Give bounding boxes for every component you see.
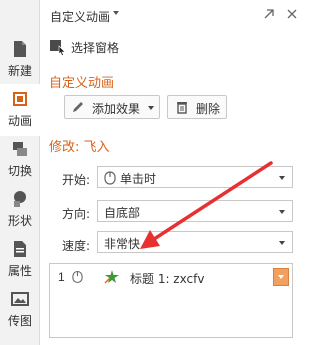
direction-select[interactable]: 自底部 <box>97 200 293 222</box>
mouse-icon <box>72 270 83 284</box>
shape-icon <box>14 191 26 207</box>
sidebar-item-label: 新建 <box>7 64 32 78</box>
start-value: 单击时 <box>120 172 157 186</box>
sidebar-item-property[interactable]: 属性 <box>0 234 40 286</box>
section-title: 自定义动画 <box>49 76 115 91</box>
dock-icon[interactable] <box>261 6 277 22</box>
sidebar-item-label: 动画 <box>7 114 32 128</box>
delete-button[interactable]: 删除 <box>167 95 227 119</box>
selection-pane-icon <box>50 40 66 56</box>
sidebar-item-label: 形状 <box>7 214 32 228</box>
sidebar-item-label: 传图 <box>7 314 32 328</box>
speed-value: 非常快 <box>104 237 141 251</box>
sidebar-item-animation[interactable]: 动画 <box>0 84 40 136</box>
sidebar-item-transition[interactable]: 切换 <box>0 134 40 186</box>
new-doc-icon <box>14 41 26 57</box>
fly-in-effect-icon <box>104 270 119 284</box>
sidebar-item-new[interactable]: 新建 <box>0 34 40 86</box>
speed-select[interactable]: 非常快 <box>97 231 293 253</box>
animation-list[interactable]: 1 标题 1: zxcfv <box>49 263 293 338</box>
delete-label: 删除 <box>196 102 221 116</box>
speed-label: 速度: <box>62 239 91 253</box>
sidebar-item-label: 切换 <box>7 164 32 178</box>
sidebar-item-upload-image[interactable]: 传图 <box>0 284 40 336</box>
chevron-down-icon[interactable] <box>113 11 119 15</box>
pencil-icon <box>73 102 83 112</box>
chevron-down-icon <box>148 106 154 110</box>
start-label: 开始: <box>62 173 91 187</box>
panel-title-bar: 自定义动画 <box>41 0 308 30</box>
chevron-down-icon <box>279 210 285 214</box>
add-effect-button[interactable]: 添加效果 <box>64 95 160 119</box>
animation-item-label: 标题 1: zxcfv <box>130 272 205 286</box>
property-icon <box>14 241 26 257</box>
trash-icon <box>177 102 187 114</box>
sidebar-item-label: 属性 <box>7 264 32 278</box>
panel-title[interactable]: 自定义动画 <box>50 8 110 25</box>
mouse-icon <box>104 171 116 185</box>
sidebar-item-shape[interactable]: 形状 <box>0 184 40 236</box>
custom-animation-panel: 自定义动画 选择窗格 自定义动画 添加效果 删除 修改: 飞入 开始: 单击时 … <box>41 0 308 345</box>
chevron-down-icon[interactable] <box>273 268 289 286</box>
select-pane-label: 选择窗格 <box>71 41 120 55</box>
chevron-down-icon <box>279 176 285 180</box>
animation-order: 1 <box>58 270 65 284</box>
upload-image-icon <box>11 292 29 306</box>
direction-value: 自底部 <box>104 206 141 220</box>
side-toolbar: 新建 动画 切换 形状 属性 传图 <box>0 0 40 345</box>
add-effect-label: 添加效果 <box>92 102 141 116</box>
modify-title: 修改: 飞入 <box>49 140 110 155</box>
direction-label: 方向: <box>62 207 91 221</box>
transition-icon <box>13 142 27 156</box>
list-item[interactable]: 1 标题 1: zxcfv <box>54 268 289 286</box>
chevron-down-icon <box>279 241 285 245</box>
animation-icon <box>13 92 27 106</box>
close-icon[interactable] <box>284 6 300 22</box>
start-select[interactable]: 单击时 <box>97 166 293 188</box>
